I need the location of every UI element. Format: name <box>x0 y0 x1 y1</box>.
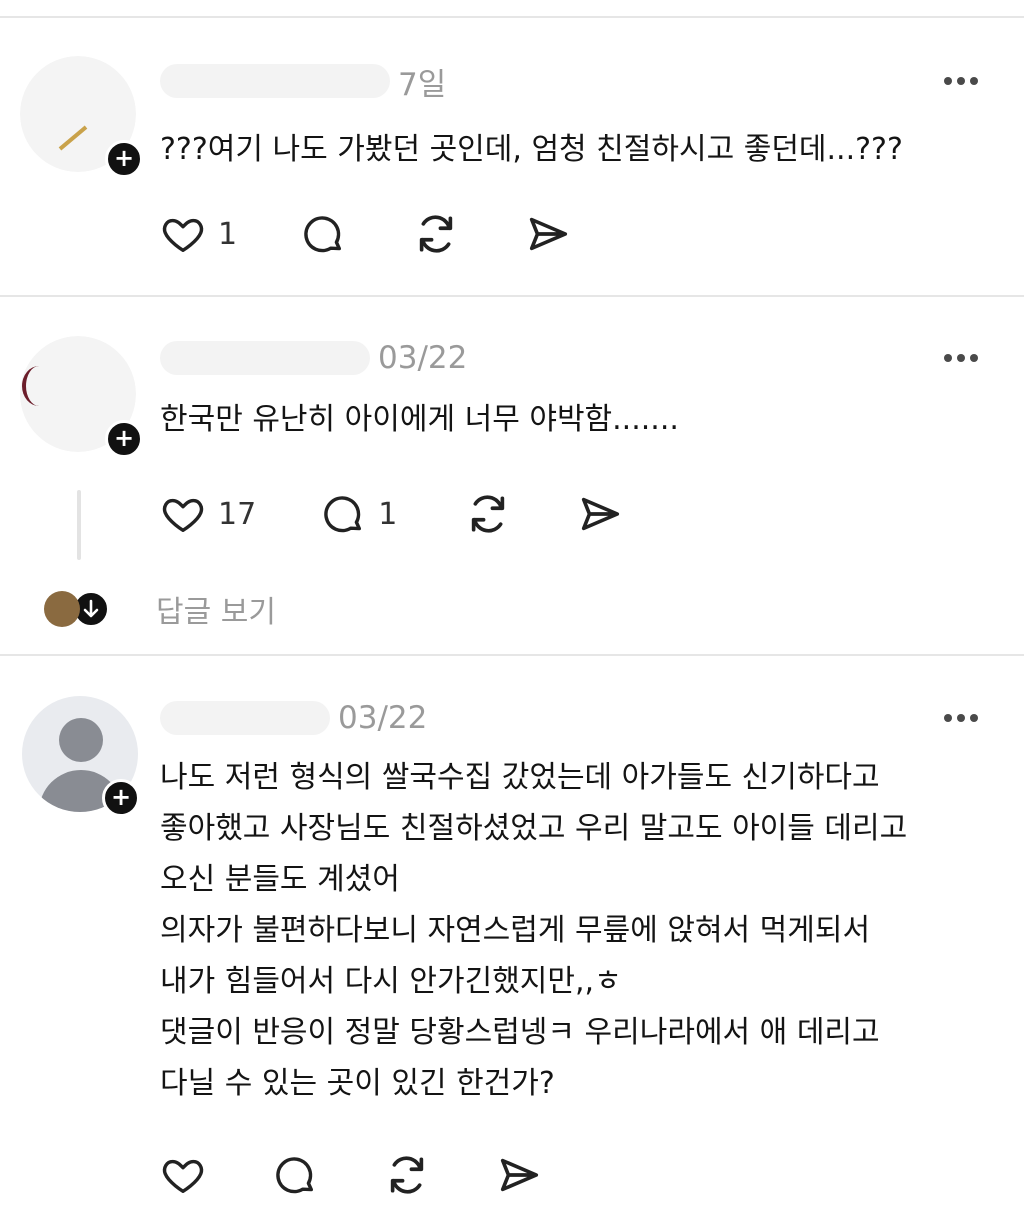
repost-icon <box>472 495 505 533</box>
reply-avatar <box>44 591 80 627</box>
post-time: 7일 <box>398 66 447 103</box>
more-options-icon[interactable] <box>944 353 978 363</box>
post-text: 한국만 유난히 아이에게 너무 야박함....... <box>160 394 990 445</box>
post-text-line: 다닐 수 있는 곳이 있긴 한건가? <box>160 1066 555 1101</box>
divider <box>0 16 1024 18</box>
share-button[interactable] <box>496 1150 542 1200</box>
thread-line <box>77 490 81 560</box>
post-text-line: 의자가 불편하다보니 자연스럽게 무릎에 앉혀서 먹게되서 <box>160 913 871 948</box>
username-redacted[interactable] <box>160 64 390 98</box>
view-replies-label: 답글 보기 <box>156 595 276 630</box>
post-time: 03/22 <box>338 700 428 736</box>
post-text-line: 오신 분들도 계셨어 <box>160 862 400 897</box>
post-text-line: 나도 저런 형식의 쌀국수집 갔었는데 아가들도 신기하다고 <box>160 760 880 795</box>
comment-icon <box>276 1157 314 1194</box>
post-text: 나도 저런 형식의 쌀국수집 갔었는데 아가들도 신기하다고 좋아했고 사장님도… <box>160 752 990 1109</box>
share-button[interactable] <box>577 489 623 539</box>
action-bar: 17 1 <box>160 489 623 539</box>
action-bar: 1 <box>160 209 571 259</box>
heart-icon <box>162 1159 204 1194</box>
follow-badge-icon[interactable]: + <box>105 420 143 458</box>
more-options-icon[interactable] <box>944 76 978 86</box>
more-options-icon[interactable] <box>944 713 978 723</box>
post-text-line: 내가 힘들어서 다시 안가긴했지만,,ㅎ <box>160 964 622 999</box>
share-button[interactable] <box>525 209 571 259</box>
post-text-line: ???여기 나도 가봤던 곳인데, 엄청 친절하시고 좋던데...??? <box>160 132 903 167</box>
send-icon <box>500 1158 539 1192</box>
view-replies-link[interactable]: 답글 보기 <box>44 587 276 631</box>
like-count: 1 <box>218 216 238 252</box>
post-time: 03/22 <box>378 340 468 376</box>
follow-badge-icon[interactable]: + <box>102 779 140 817</box>
heart-icon <box>162 498 204 533</box>
like-count: 17 <box>218 496 257 532</box>
username-redacted[interactable] <box>160 341 370 375</box>
repost-button[interactable] <box>465 489 511 539</box>
divider <box>0 654 1024 656</box>
reply-button[interactable] <box>272 1150 318 1200</box>
username-redacted[interactable] <box>160 701 330 735</box>
threads-replies-page: + 7일 ???여기 나도 가봤던 곳인데, 엄청 친절하시고 좋던데...??… <box>0 0 1024 1206</box>
post-text-line: 좋아했고 사장님도 친절하셨었고 우리 말고도 아이들 데리고 <box>160 811 908 846</box>
divider <box>0 295 1024 297</box>
post-text-line: 한국만 유난히 아이에게 너무 야박함....... <box>160 402 679 437</box>
reply-button[interactable]: 1 <box>320 489 397 539</box>
repost-button[interactable] <box>413 209 459 259</box>
send-icon <box>529 217 568 251</box>
repost-icon <box>390 1156 424 1194</box>
repost-button[interactable] <box>384 1150 430 1200</box>
heart-icon <box>162 218 204 253</box>
reply-button[interactable] <box>300 209 346 259</box>
comment-icon <box>304 216 342 253</box>
like-button[interactable] <box>160 1150 206 1200</box>
post-text: ???여기 나도 가봤던 곳인데, 엄청 친절하시고 좋던데...??? <box>160 124 990 175</box>
like-button[interactable]: 1 <box>160 209 237 259</box>
reply-count: 1 <box>378 496 398 532</box>
post-text-line: 댓글이 반응이 정말 당황스럽넹ㅋ 우리나라에서 애 데리고 <box>160 1015 880 1050</box>
repost-icon <box>419 215 453 253</box>
like-button[interactable]: 17 <box>160 489 256 539</box>
send-icon <box>582 497 620 531</box>
comment-icon <box>324 496 362 533</box>
follow-badge-icon[interactable]: + <box>105 140 143 178</box>
action-bar <box>160 1150 542 1200</box>
